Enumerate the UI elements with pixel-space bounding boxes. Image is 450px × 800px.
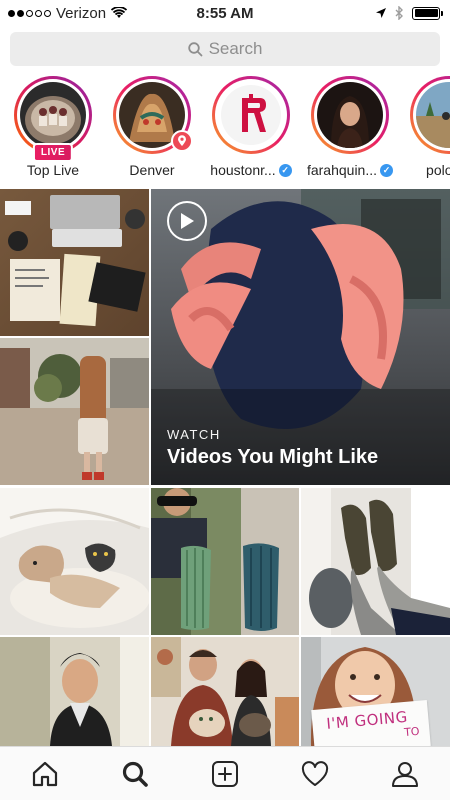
grid-tile-woman-sign[interactable]: I'M GOING TO xyxy=(301,637,450,746)
story-avatar xyxy=(317,82,383,148)
story-ring xyxy=(410,76,450,154)
verified-badge-icon: ✓ xyxy=(380,163,394,177)
location-pin-icon xyxy=(171,130,193,152)
story-name-text: Top Live xyxy=(26,162,80,178)
video-overlay-text: WATCH Videos You Might Like xyxy=(167,427,378,469)
story-avatar xyxy=(218,82,284,148)
person-icon xyxy=(392,761,418,787)
story-name-text: farahquin... xyxy=(306,162,378,178)
signal-strength-icon xyxy=(8,9,51,17)
grid-tile-girl-flowers[interactable] xyxy=(0,338,149,485)
home-icon xyxy=(32,761,58,786)
video-title: Videos You Might Like xyxy=(167,446,379,468)
story-farahquinn[interactable]: farahquin... ✓ xyxy=(306,76,394,178)
story-name-text: Denver xyxy=(129,162,175,178)
story-ring xyxy=(311,76,389,154)
story-name-text: houstonr... xyxy=(210,162,276,178)
status-left: Verizon xyxy=(8,4,128,22)
carrier-name: Verizon xyxy=(56,4,107,22)
story-ring xyxy=(212,76,290,154)
status-right xyxy=(375,6,443,20)
desk-photo xyxy=(0,189,149,336)
nav-profile[interactable] xyxy=(380,749,430,799)
wifi-icon xyxy=(111,7,128,18)
story-name: houstonr... ✓ xyxy=(210,162,292,178)
search-icon xyxy=(122,761,148,787)
nav-search[interactable] xyxy=(110,749,160,799)
girl-flowers-photo xyxy=(0,338,149,485)
search-input[interactable]: Search xyxy=(10,32,440,66)
dog-cat-photo xyxy=(0,488,149,635)
featured-video-tile[interactable]: WATCH Videos You Might Like xyxy=(151,189,450,485)
story-ring: LIVE xyxy=(14,76,92,162)
verified-badge-icon: ✓ xyxy=(278,163,292,177)
story-name: polo_m xyxy=(426,162,450,178)
stories-row: LIVE Top Live Denver houstonr... ✓ farah… xyxy=(0,76,450,186)
family-cats-photo xyxy=(151,637,299,746)
grid-tile-desk[interactable] xyxy=(0,189,149,336)
bottom-nav xyxy=(0,746,450,800)
nav-new-post[interactable] xyxy=(200,749,250,799)
play-icon[interactable] xyxy=(167,201,207,241)
story-avatar xyxy=(20,82,86,148)
grid-tile-family-cats[interactable] xyxy=(151,637,299,746)
battery-icon xyxy=(412,6,443,20)
nav-activity[interactable] xyxy=(290,749,340,799)
young-man-photo xyxy=(0,637,149,746)
grid-tile-socks[interactable] xyxy=(301,488,450,635)
story-top-live[interactable]: LIVE Top Live xyxy=(12,76,94,178)
story-name: farahquin... ✓ xyxy=(306,162,394,178)
grid-tile-young-man[interactable] xyxy=(0,637,149,746)
socks-photo xyxy=(301,488,450,635)
nav-home[interactable] xyxy=(20,749,70,799)
location-arrow-icon xyxy=(376,8,386,18)
bluetooth-icon xyxy=(395,6,403,20)
story-denver[interactable]: Denver xyxy=(111,76,193,178)
grid-tile-yarn[interactable] xyxy=(151,488,299,635)
search-placeholder: Search xyxy=(208,39,263,58)
story-name-text: polo_m xyxy=(426,162,450,178)
story-ring xyxy=(113,76,193,154)
search-icon xyxy=(187,41,202,56)
man-yarn-photo xyxy=(151,488,299,635)
watch-label: WATCH xyxy=(167,427,221,442)
story-name: Top Live xyxy=(27,162,79,178)
status-bar: Verizon 8:55 AM xyxy=(0,0,450,26)
heart-icon xyxy=(301,760,329,786)
story-name: Denver xyxy=(129,162,174,178)
story-polo[interactable]: polo_m xyxy=(408,76,450,178)
grid-tile-dog-cat[interactable] xyxy=(0,488,149,635)
story-houstonrockets[interactable]: houstonr... ✓ xyxy=(210,76,292,178)
story-avatar xyxy=(416,82,450,148)
live-badge: LIVE xyxy=(32,143,74,162)
plus-square-icon xyxy=(212,760,238,787)
